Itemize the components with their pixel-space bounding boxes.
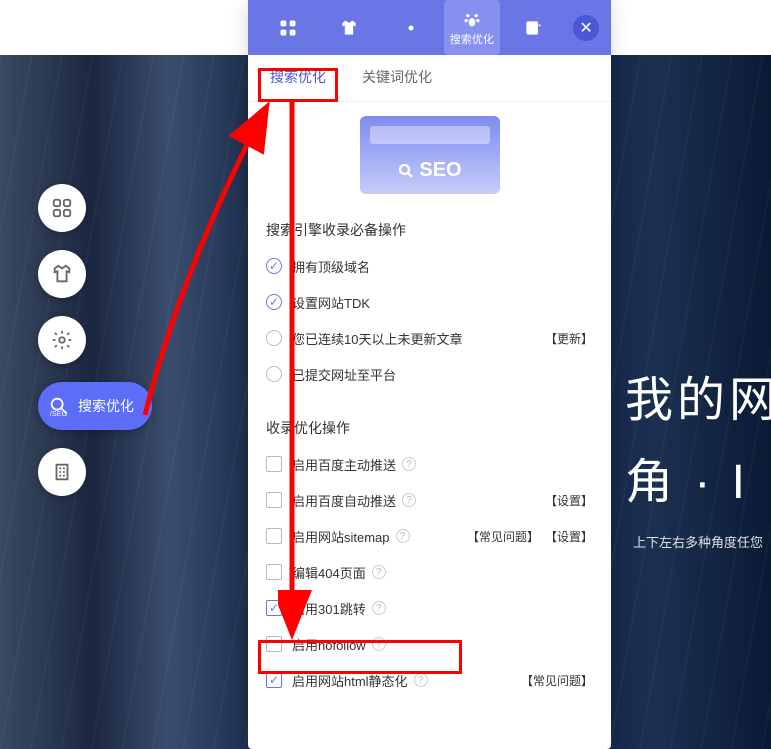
row-404-label: 编辑404页面 <box>292 563 366 582</box>
checkbox-tdk[interactable] <box>266 294 282 310</box>
section1-list: 拥有顶级域名 设置网站TDK 您已连续10天以上未更新文章 【更新】 已提交网址… <box>266 248 593 392</box>
checkbox-404[interactable] <box>266 564 282 580</box>
checkbox-baidu-active[interactable] <box>266 456 282 472</box>
checkbox-nofollow[interactable] <box>266 636 282 652</box>
panel-tabs: 搜索优化 关键词优化 <box>248 55 611 102</box>
seo-small-icon: /SEO <box>48 395 70 417</box>
row-baidu-active-push: 启用百度主动推送 ? <box>266 446 593 482</box>
row-nofollow-label: 启用nofollow <box>292 635 366 654</box>
panel-content: SEO 搜索引擎收录必备操作 拥有顶级域名 设置网站TDK 您已连续10天以上未… <box>248 102 611 708</box>
seo-illustration: SEO <box>360 116 500 194</box>
float-button-column: /SEO 搜索优化 <box>38 184 152 496</box>
shirt-icon <box>339 18 359 38</box>
row-baidu-auto-label: 启用百度自动推送 <box>292 491 396 510</box>
row-domain-label: 拥有顶级域名 <box>292 257 370 276</box>
hero-subtitle: 上下左右多种角度任您 <box>633 532 763 551</box>
close-icon: ✕ <box>579 18 592 38</box>
row-tdk: 设置网站TDK <box>266 284 593 320</box>
svg-text:/SEO: /SEO <box>50 409 68 417</box>
float-seo-label: 搜索优化 <box>78 396 134 416</box>
help-icon[interactable]: ? <box>402 457 416 471</box>
section1-title: 搜索引擎收录必备操作 <box>266 220 593 240</box>
toolbar-gear-button[interactable] <box>383 0 438 55</box>
row-nofollow: 启用nofollow ? <box>266 626 593 662</box>
paw-icon <box>462 9 482 29</box>
toolbar-list-button[interactable] <box>506 0 561 55</box>
checkbox-submit[interactable] <box>266 366 282 382</box>
checkbox-update[interactable] <box>266 330 282 346</box>
checkbox-domain[interactable] <box>266 258 282 274</box>
grid-icon <box>278 18 298 38</box>
row-sitemap: 启用网站sitemap ? 【常见问题】 【设置】 <box>266 518 593 554</box>
row-tdk-label: 设置网站TDK <box>292 293 370 312</box>
help-icon[interactable]: ? <box>372 637 386 651</box>
float-seo-button-active[interactable]: /SEO 搜索优化 <box>38 382 152 430</box>
action-settings[interactable]: 【设置】 <box>545 492 593 509</box>
row-html-static: 启用网站html静态化 ? 【常见问题】 <box>266 662 593 698</box>
gear-icon <box>51 329 73 351</box>
float-shirt-button[interactable] <box>38 250 86 298</box>
tab-search-optimization[interactable]: 搜索优化 <box>264 55 332 101</box>
panel-toolbar: 搜索优化 ✕ <box>248 0 611 55</box>
action-faq[interactable]: 【常见问题】 <box>521 672 593 689</box>
checkbox-sitemap[interactable] <box>266 528 282 544</box>
action-update[interactable]: 【更新】 <box>545 330 593 347</box>
section2-title: 收录优化操作 <box>266 418 593 438</box>
row-html-static-label: 启用网站html静态化 <box>292 671 408 690</box>
toolbar-grid-button[interactable] <box>260 0 315 55</box>
list-icon <box>523 18 543 38</box>
row-baidu-auto-push: 启用百度自动推送 ? 【设置】 <box>266 482 593 518</box>
row-404: 编辑404页面 ? <box>266 554 593 590</box>
row-301-redirect: 启用301跳转 ? <box>266 590 593 626</box>
checkbox-301[interactable] <box>266 600 282 616</box>
hero-title-line2: 角 · I <box>625 442 771 524</box>
help-icon[interactable]: ? <box>372 601 386 615</box>
toolbar-shirt-button[interactable] <box>321 0 376 55</box>
gear-icon <box>401 18 421 38</box>
hero-title: 我的网 角 · I <box>625 360 771 523</box>
seo-illustration-label: SEO <box>397 159 461 182</box>
row-update-articles: 您已连续10天以上未更新文章 【更新】 <box>266 320 593 356</box>
row-submit-url: 已提交网址至平台 <box>266 356 593 392</box>
row-baidu-active-label: 启用百度主动推送 <box>292 455 396 474</box>
tab-keyword-optimization[interactable]: 关键词优化 <box>356 55 438 101</box>
row-domain: 拥有顶级域名 <box>266 248 593 284</box>
grid-icon <box>51 197 73 219</box>
checkbox-html-static[interactable] <box>266 672 282 688</box>
float-gear-button[interactable] <box>38 316 86 364</box>
seo-panel: 搜索优化 ✕ 搜索优化 关键词优化 SEO 搜索引擎收录必备操作 拥有顶级域名 <box>248 0 611 749</box>
shirt-icon <box>51 263 73 285</box>
action-faq[interactable]: 【常见问题】 <box>467 528 539 545</box>
panel-close-button[interactable]: ✕ <box>573 15 599 41</box>
row-sitemap-label: 启用网站sitemap <box>292 527 390 546</box>
help-icon[interactable]: ? <box>372 565 386 579</box>
help-icon[interactable]: ? <box>402 493 416 507</box>
float-grid-button[interactable] <box>38 184 86 232</box>
toolbar-seo-label: 搜索优化 <box>450 31 494 47</box>
building-icon <box>51 461 73 483</box>
row-update-label: 您已连续10天以上未更新文章 <box>292 329 462 348</box>
hero-title-line1: 我的网 <box>625 360 771 442</box>
magnifier-icon <box>397 162 415 180</box>
float-building-button[interactable] <box>38 448 86 496</box>
checkbox-baidu-auto[interactable] <box>266 492 282 508</box>
action-settings[interactable]: 【设置】 <box>545 528 593 545</box>
row-submit-label: 已提交网址至平台 <box>292 365 396 384</box>
row-301-label: 启用301跳转 <box>292 599 366 618</box>
help-icon[interactable]: ? <box>414 673 428 687</box>
section2-list: 启用百度主动推送 ? 启用百度自动推送 ? 【设置】 启用网站sitemap ?… <box>266 446 593 698</box>
help-icon[interactable]: ? <box>396 529 410 543</box>
toolbar-seo-button[interactable]: 搜索优化 <box>444 0 499 55</box>
